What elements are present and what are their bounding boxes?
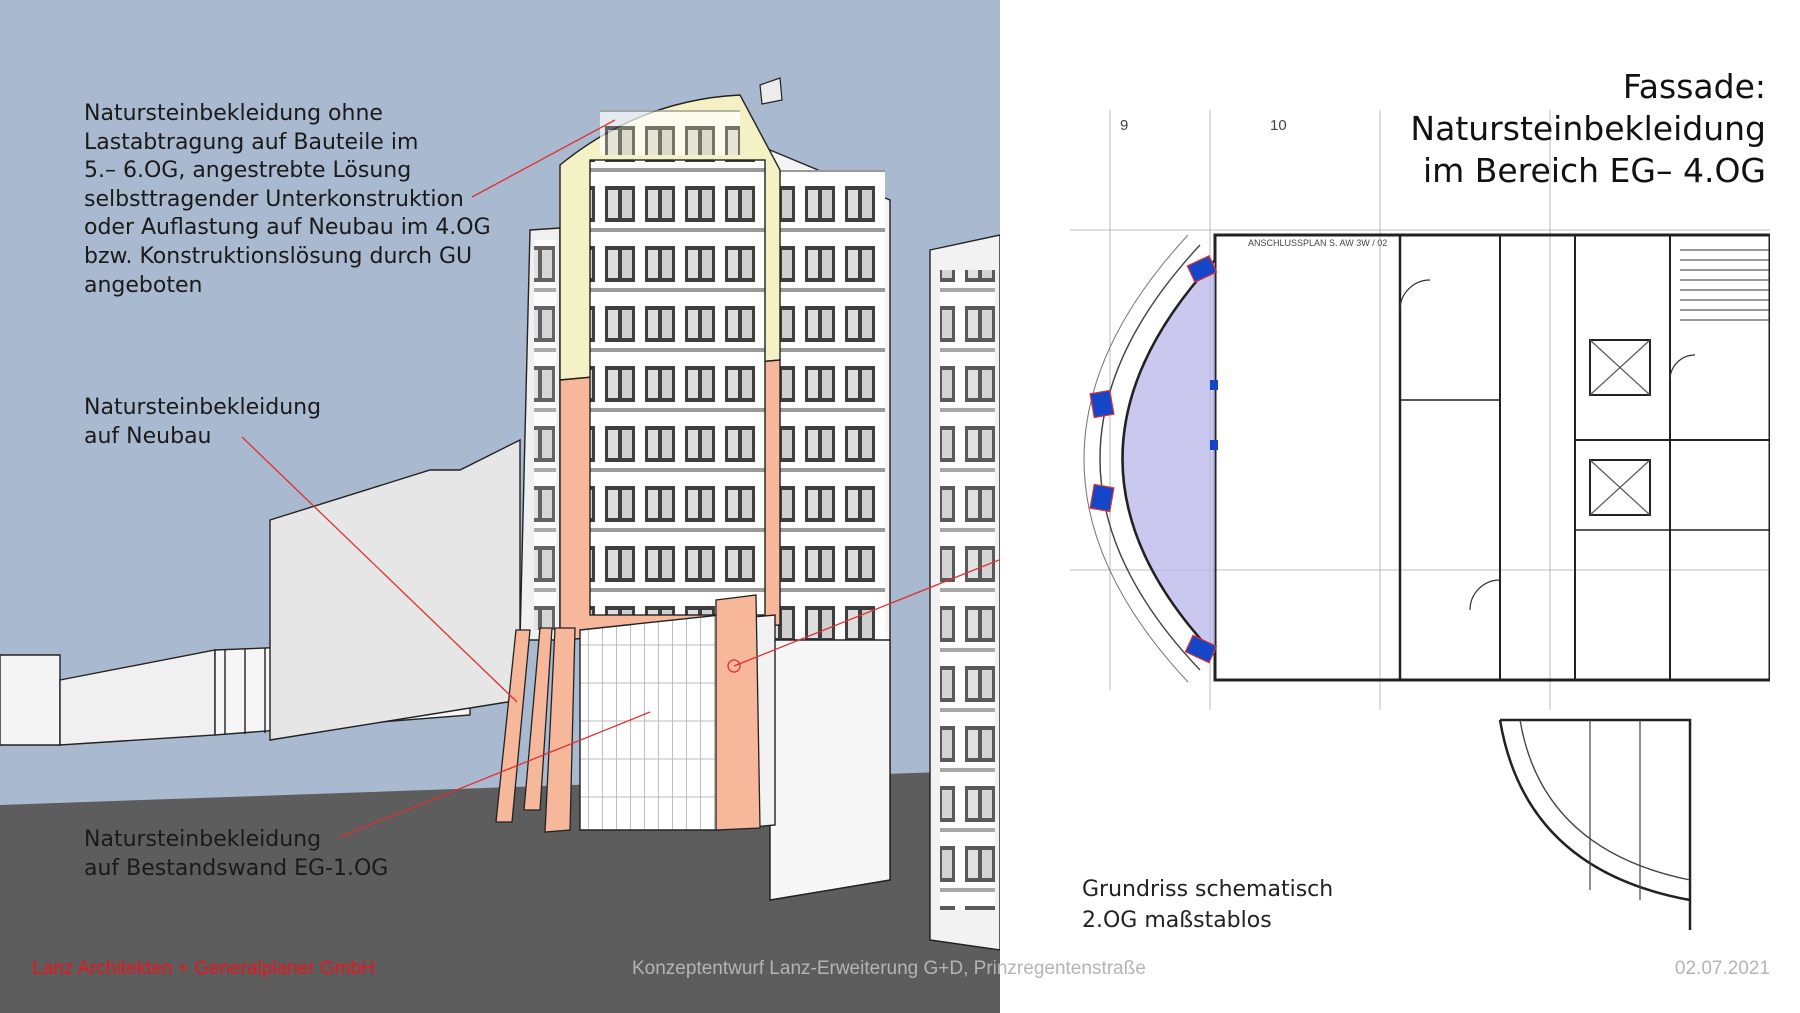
ground-floor-glazing: [579, 614, 721, 831]
right-building: [929, 234, 1000, 951]
floor-plan: 9 10 ANSCHLUSSPLAN S. AW 3W / 02: [1070, 110, 1770, 930]
footer-date: 02.07.2021: [1674, 958, 1770, 979]
plan-axis-10: 10: [1270, 117, 1287, 134]
note-new-building: Natursteinbekleidung auf Neubau: [84, 395, 322, 449]
plan-caption: Grundriss schematisch 2.OG maßstablos: [1082, 877, 1334, 933]
note-existing-wall: Natursteinbekleidung auf Bestandswand EG…: [84, 827, 389, 881]
plan-anschlussplan-label: ANSCHLUSSPLAN S. AW 3W / 02: [1248, 238, 1387, 248]
footer-project: Konzeptentwurf Lanz-Erweiterung G+D, Pri…: [632, 958, 1146, 979]
plan-axis-9: 9: [1120, 117, 1128, 134]
slide-title: Fassade: Natursteinbekleidung im Bereich…: [1410, 67, 1766, 190]
note-upper-cladding: Natursteinbekleidung ohne Lastabtragung …: [84, 101, 491, 298]
footer-company: Lanz Architekten + Generalplaner GmbH: [32, 958, 375, 979]
